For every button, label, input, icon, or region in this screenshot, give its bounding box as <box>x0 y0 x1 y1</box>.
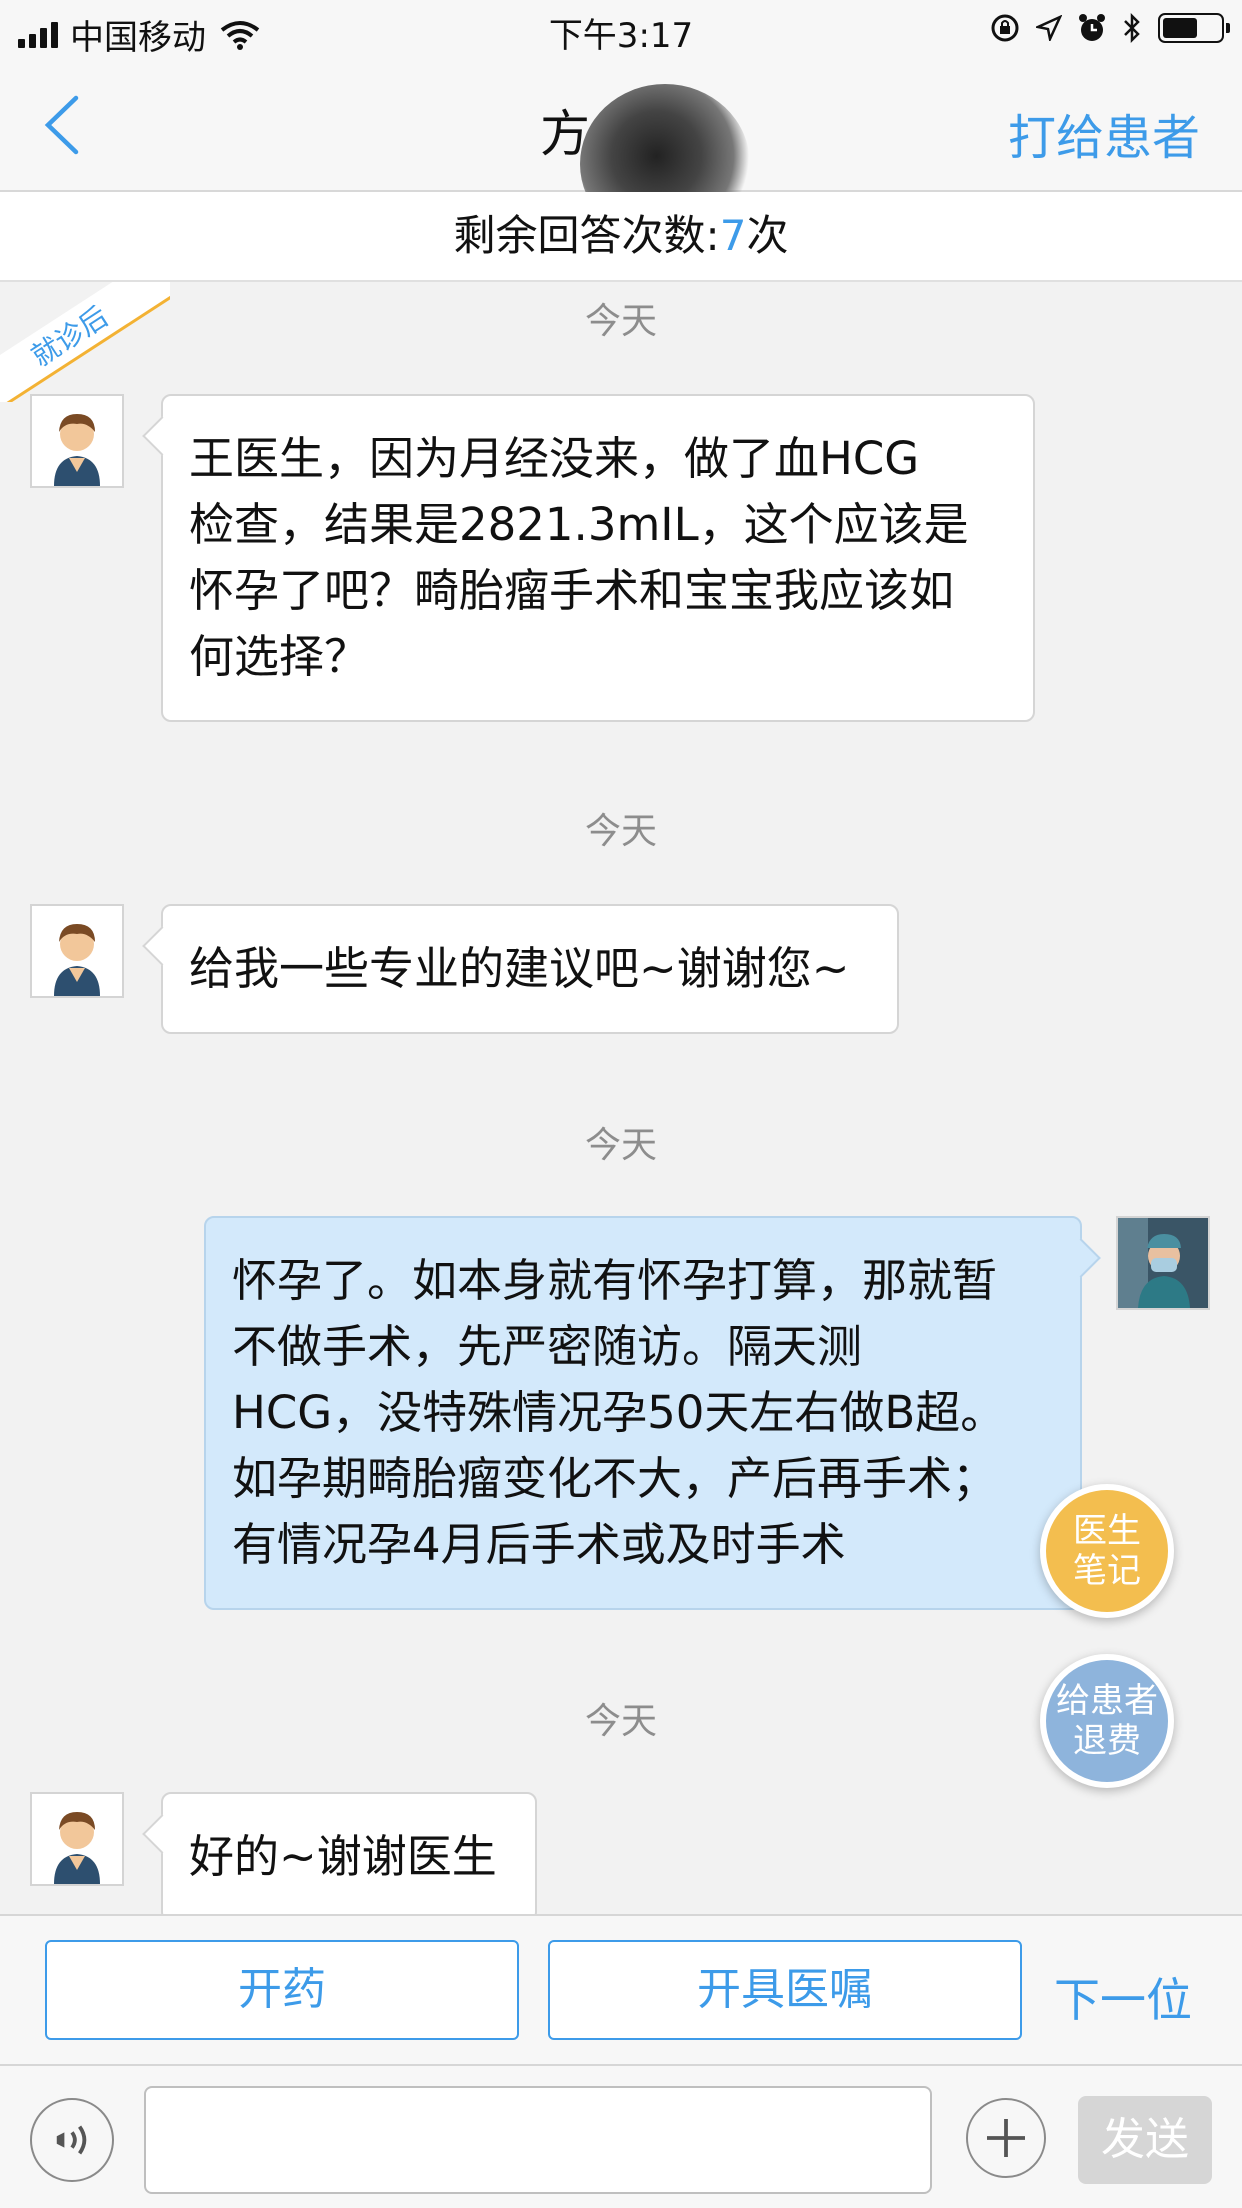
input-bar: 发送 <box>0 2064 1242 2208</box>
alarm-icon <box>1079 14 1105 41</box>
plus-icon[interactable] <box>966 2098 1046 2178</box>
day-divider: 今天 <box>584 1701 657 1742</box>
doctor-message: 怀孕了。如本身就有怀孕打算，那就暂 不做手术，先严密随访。隔天测 HCG，没特殊… <box>204 1216 1082 1610</box>
message-input[interactable] <box>144 2086 932 2194</box>
remaining-answers-banner: 剩余回答次数:7次 <box>0 192 1242 282</box>
doctor-avatar-icon <box>1118 1218 1208 1308</box>
prescribe-button[interactable]: 开药 <box>45 1940 519 2040</box>
doctor-notes-button[interactable]: 医生 笔记 <box>1040 1484 1174 1618</box>
patient-message: 好的~谢谢医生 <box>161 1792 537 1922</box>
nav-bar: 方 打给患者 <box>0 60 1242 244</box>
doctor-avatar[interactable] <box>1116 1216 1210 1310</box>
patient-avatar-icon <box>54 414 100 486</box>
patient-avatar-icon <box>54 924 100 996</box>
patient-avatar[interactable] <box>30 904 124 998</box>
status-right <box>990 12 1230 44</box>
battery-icon <box>1158 13 1230 43</box>
send-button[interactable]: 发送 <box>1078 2096 1212 2184</box>
next-patient-button[interactable]: 下一位 <box>1054 1964 1192 2030</box>
day-divider: 今天 <box>584 811 657 852</box>
patient-avatar-icon <box>54 1812 100 1884</box>
remaining-unit: 次 <box>746 211 789 260</box>
action-bar: 开药 开具医嘱 下一位 <box>0 1914 1242 2064</box>
medical-advice-button[interactable]: 开具医嘱 <box>548 1940 1022 2040</box>
back-icon[interactable] <box>36 90 96 160</box>
patient-avatar[interactable] <box>30 1792 124 1886</box>
rotation-lock-icon <box>991 14 1019 42</box>
voice-icon[interactable] <box>30 2098 114 2182</box>
patient-avatar[interactable] <box>30 394 124 488</box>
status-bar: 中国移动 下午3:17 <box>0 0 1242 60</box>
day-divider: 今天 <box>584 301 657 342</box>
call-patient-button[interactable]: 打给患者 <box>1008 98 1200 168</box>
location-icon <box>1036 15 1062 41</box>
remaining-label: 剩余回答次数: <box>453 211 720 260</box>
patient-message: 给我一些专业的建议吧~谢谢您~ <box>161 904 899 1034</box>
bluetooth-icon <box>1124 12 1140 44</box>
remaining-count: 7 <box>719 211 747 260</box>
patient-message: 王医生，因为月经没来，做了血HCG 检查，结果是2821.3mIL，这个应该是 … <box>161 394 1035 722</box>
day-divider: 今天 <box>584 1125 657 1166</box>
